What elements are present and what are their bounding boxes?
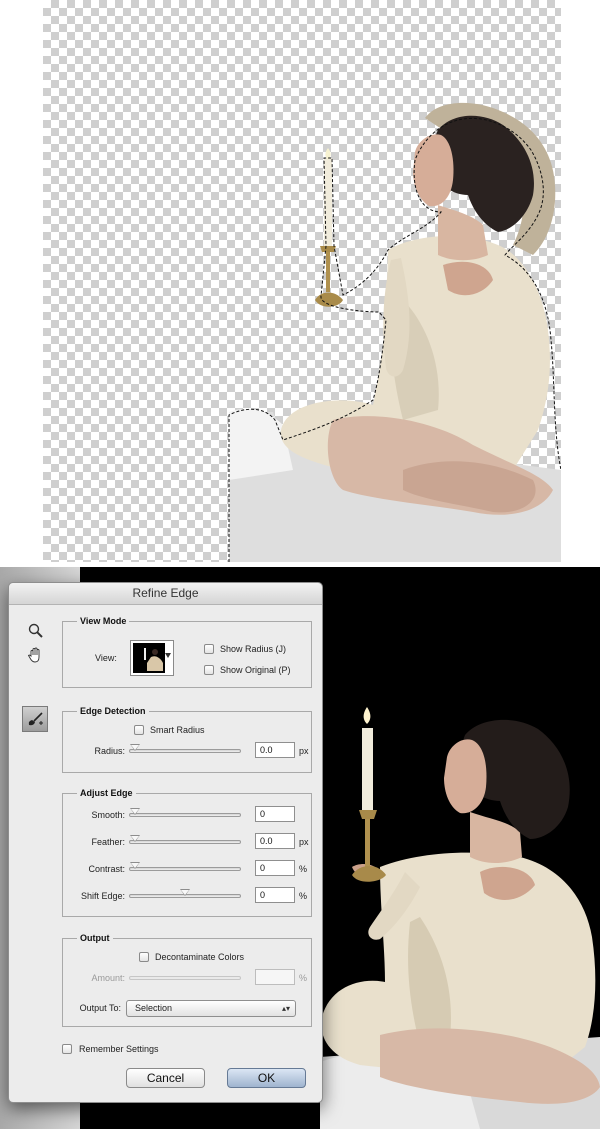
output-to-value: Selection (135, 1003, 173, 1013)
remember-settings-checkbox[interactable] (62, 1044, 72, 1054)
smart-radius-label: Smart Radius (150, 725, 205, 735)
contrast-slider[interactable] (129, 862, 241, 871)
amount-unit: % (299, 973, 308, 983)
transparent-canvas[interactable] (43, 0, 561, 562)
show-original-label: Show Original (P) (220, 665, 291, 675)
view-thumbnail (133, 643, 165, 673)
output-to-select[interactable]: Selection ▴▾ (126, 1000, 296, 1017)
view-mode-group: View Mode View: Show Radius (J) Show Ori… (62, 616, 312, 688)
shift-edge-slider[interactable] (129, 889, 241, 898)
view-label: View: (95, 653, 117, 663)
edge-detection-group: Edge Detection Smart Radius Radius: 0.0 … (62, 706, 312, 773)
output-to-label: Output To: (79, 1003, 121, 1013)
amount-label: Amount: (91, 973, 125, 983)
updown-arrows-icon: ▴▾ (281, 1004, 290, 1013)
shift-edge-label: Shift Edge: (80, 891, 125, 901)
shift-edge-input[interactable]: 0 (255, 887, 295, 903)
contrast-label: Contrast: (88, 864, 125, 874)
feather-slider[interactable] (129, 835, 241, 844)
radius-label: Radius: (94, 746, 125, 756)
chevron-down-icon (165, 653, 171, 658)
remember-settings-label: Remember Settings (79, 1044, 159, 1054)
amount-input (255, 969, 295, 985)
cutout-image (228, 102, 561, 562)
edge-detection-heading: Edge Detection (77, 706, 149, 716)
contrast-input[interactable]: 0 (255, 860, 295, 876)
shift-edge-slider-handle[interactable] (180, 889, 190, 896)
adjust-edge-group: Adjust Edge Smooth: 0 Feather: 0.0 px Co… (62, 788, 312, 917)
show-radius-label: Show Radius (J) (220, 644, 287, 654)
shift-edge-unit: % (299, 891, 308, 901)
refine-edge-dialog: Refine Edge View Mode View: Show Radius … (8, 582, 323, 1103)
smooth-input[interactable]: 0 (255, 806, 295, 822)
show-radius-checkbox[interactable] (204, 644, 214, 654)
decontaminate-colors-label: Decontaminate Colors (155, 952, 245, 962)
feather-unit: px (299, 837, 309, 847)
view-mode-picker[interactable] (130, 640, 174, 676)
adjust-edge-heading: Adjust Edge (77, 788, 136, 798)
contrast-slider-handle[interactable] (130, 862, 140, 869)
hand-icon[interactable] (27, 646, 45, 664)
feather-slider-handle[interactable] (130, 835, 140, 842)
feather-label: Feather: (91, 837, 125, 847)
show-original-checkbox[interactable] (204, 665, 214, 675)
refine-radius-brush-icon[interactable] (22, 706, 48, 732)
amount-slider (129, 976, 241, 980)
smooth-slider[interactable] (129, 808, 241, 817)
radius-slider-handle[interactable] (130, 744, 140, 751)
feather-input[interactable]: 0.0 (255, 833, 295, 849)
view-mode-heading: View Mode (77, 616, 130, 626)
contrast-unit: % (299, 864, 308, 874)
dialog-title: Refine Edge (9, 583, 322, 605)
smart-radius-checkbox[interactable] (134, 725, 144, 735)
output-group: Output Decontaminate Colors Amount: % Ou… (62, 933, 312, 1027)
radius-unit: px (299, 746, 309, 756)
radius-input[interactable]: 0.0 (255, 742, 295, 758)
ok-button[interactable]: OK (227, 1068, 306, 1088)
decontaminate-colors-checkbox[interactable] (139, 952, 149, 962)
smooth-slider-handle[interactable] (130, 808, 140, 815)
cancel-button[interactable]: Cancel (126, 1068, 205, 1088)
smooth-label: Smooth: (91, 810, 125, 820)
zoom-icon[interactable] (27, 622, 45, 640)
radius-slider[interactable] (129, 744, 241, 753)
output-heading: Output (77, 933, 113, 943)
